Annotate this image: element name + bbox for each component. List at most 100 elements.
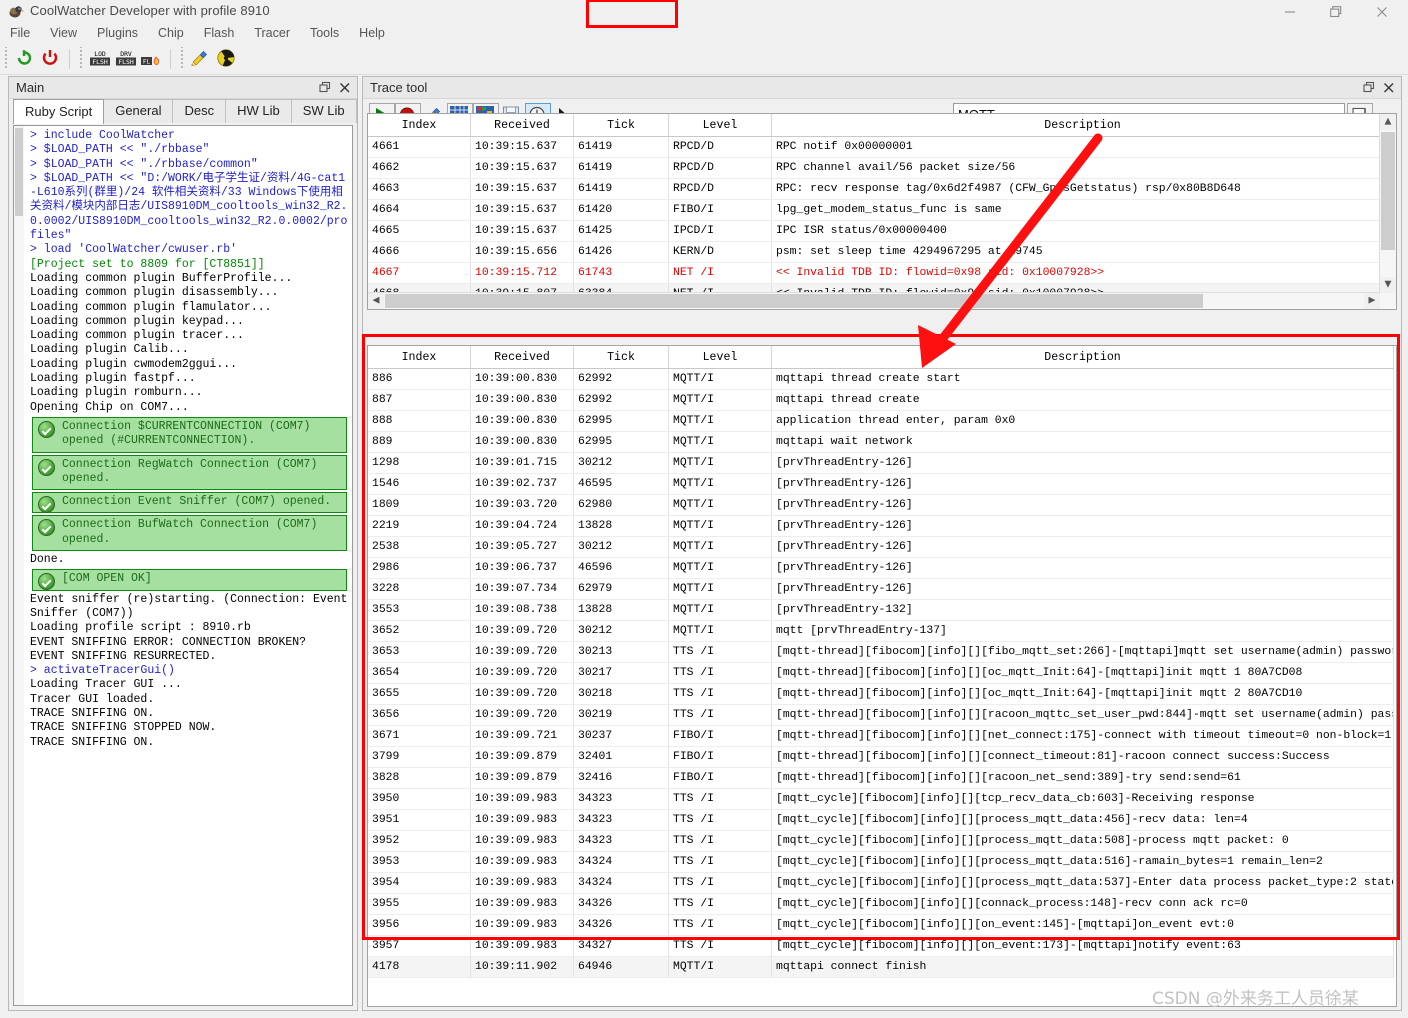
table-row[interactable]: 3553 10:39:08.738 13828 MQTT/I [prvThreadEnt… (368, 599, 1394, 621)
table-row[interactable]: 3957 10:39:09.983 34327 TTS /I [mqtt_cycle][… (368, 935, 1394, 957)
scroll-up-icon[interactable]: ▲ (1380, 114, 1396, 130)
cell-received: 10:39:15.637 (470, 220, 574, 242)
trace-table-filtered[interactable]: Index Received Tick Level Description 88… (367, 345, 1397, 1007)
console-scrollbar-thumb[interactable] (15, 128, 23, 216)
table-row[interactable]: 889 10:39:00.830 62995 MQTT/I mqttapi wait n… (368, 431, 1394, 453)
drv-flash-icon[interactable]: DRV FLSH (114, 47, 138, 71)
console-success-text: Connection RegWatch Connection (COM7) op… (62, 457, 325, 485)
table-row[interactable]: 888 10:39:00.830 62995 MQTT/I application th… (368, 410, 1394, 432)
clean-icon[interactable] (189, 47, 213, 71)
table-row[interactable]: 3828 10:39:09.879 32416 FIBO/I [mqtt-thread]… (368, 767, 1394, 789)
scroll-left-icon[interactable]: ◀ (368, 293, 384, 309)
table-row[interactable]: 1809 10:39:03.720 62980 MQTT/I [prvThreadEnt… (368, 494, 1394, 516)
tab-ruby-script[interactable]: Ruby Script (13, 99, 105, 124)
load-flash-icon[interactable]: LOD FLSH (88, 47, 112, 71)
power-on-icon[interactable] (13, 47, 37, 71)
table-row[interactable]: 2986 10:39:06.737 46596 MQTT/I [prvThreadEnt… (368, 557, 1394, 579)
trace-table-top[interactable]: Index Received Tick Level Description 46… (367, 113, 1397, 310)
table-row[interactable]: 4666 10:39:15.656 61426 KERN/D psm: set slee… (368, 241, 1394, 263)
col-level[interactable]: Level (668, 114, 772, 137)
restore-button[interactable] (1313, 0, 1358, 23)
table-row[interactable]: 3655 10:39:09.720 30218 TTS /I [mqtt-thread]… (368, 683, 1394, 705)
toolbar-grip-2[interactable] (78, 47, 85, 70)
cell-index: 3655 (368, 683, 471, 705)
menu-tracer[interactable]: Tracer (244, 23, 300, 43)
scroll-right-icon[interactable]: ▶ (1364, 293, 1380, 309)
scroll-down-icon[interactable]: ▼ (1380, 277, 1396, 293)
table-row[interactable]: 4661 10:39:15.637 61419 RPCD/D RPC notif 0x0… (368, 136, 1394, 158)
table-row[interactable]: 3952 10:39:09.983 34323 TTS /I [mqtt_cycle][… (368, 830, 1394, 852)
power-off-icon[interactable] (39, 47, 63, 71)
col-index[interactable]: Index (368, 114, 471, 137)
console-vertical-scrollbar[interactable] (14, 126, 24, 1005)
table-row[interactable]: 3656 10:39:09.720 30219 TTS /I [mqtt-thread]… (368, 704, 1394, 726)
col-received-filtered[interactable]: Received (470, 346, 574, 369)
table-row[interactable]: 1298 10:39:01.715 30212 MQTT/I [prvThreadEnt… (368, 452, 1394, 474)
menu-help[interactable]: Help (349, 23, 395, 43)
table-row[interactable]: 3954 10:39:09.983 34324 TTS /I [mqtt_cycle][… (368, 872, 1394, 894)
table-row[interactable]: 887 10:39:00.830 62992 MQTT/I mqttapi thread… (368, 389, 1394, 411)
col-index-filtered[interactable]: Index (368, 346, 471, 369)
table-row[interactable]: 3951 10:39:09.983 34323 TTS /I [mqtt_cycle][… (368, 809, 1394, 831)
float-panel-icon[interactable] (317, 80, 333, 96)
menu-file[interactable]: File (0, 23, 40, 43)
menu-tools[interactable]: Tools (300, 23, 349, 43)
top-vscroll-thumb[interactable] (1381, 132, 1395, 250)
table-row[interactable]: 3652 10:39:09.720 30212 MQTT/I mqtt [prvThre… (368, 620, 1394, 642)
radiation-icon[interactable] (215, 47, 239, 71)
table-row[interactable]: 4664 10:39:15.637 61420 FIBO/I lpg_get_modem… (368, 199, 1394, 221)
cell-description: [prvThreadEntry-126] (771, 557, 1394, 579)
table-row[interactable]: 3228 10:39:07.734 62979 MQTT/I [prvThreadEnt… (368, 578, 1394, 600)
table-row[interactable]: 2219 10:39:04.724 13828 MQTT/I [prvThreadEnt… (368, 515, 1394, 537)
cell-description: mqttapi thread create start (771, 368, 1394, 390)
close-panel-icon[interactable] (337, 80, 353, 96)
top-hscroll-thumb[interactable] (385, 294, 1203, 308)
menu-plugins[interactable]: Plugins (87, 23, 148, 43)
toolbar-grip-3[interactable] (179, 47, 186, 70)
col-tick[interactable]: Tick (573, 114, 669, 137)
menu-chip[interactable]: Chip (148, 23, 194, 43)
float-panel-icon-trace[interactable] (1361, 80, 1377, 96)
close-panel-icon-trace[interactable] (1381, 80, 1397, 96)
top-table-hscrollbar[interactable]: ◀ ▶ (368, 292, 1380, 309)
table-row[interactable]: 3799 10:39:09.879 32401 FIBO/I [mqtt-thread]… (368, 746, 1394, 768)
tab-sw-lib[interactable]: SW Lib (290, 99, 357, 123)
tab-hw-lib[interactable]: HW Lib (225, 99, 292, 123)
table-row[interactable]: 3956 10:39:09.983 34326 TTS /I [mqtt_cycle][… (368, 914, 1394, 936)
console-line: EVENT SNIFFING ERROR: CONNECTION BROKEN? (30, 635, 307, 649)
cell-tick: 34326 (573, 914, 669, 936)
flash-burn-icon[interactable]: FL (140, 47, 164, 71)
close-button[interactable] (1359, 0, 1404, 23)
col-tick-filtered[interactable]: Tick (573, 346, 669, 369)
menu-flash[interactable]: Flash (194, 23, 245, 43)
table-row[interactable]: 4178 10:39:11.902 64946 MQTT/I mqttapi conne… (368, 956, 1394, 978)
col-description-filtered[interactable]: Description (771, 346, 1394, 369)
table-row[interactable]: 886 10:39:00.830 62992 MQTT/I mqttapi thread… (368, 368, 1394, 390)
table-row[interactable]: 3955 10:39:09.983 34326 TTS /I [mqtt_cycle][… (368, 893, 1394, 915)
top-table-vscrollbar[interactable]: ▲ ▼ (1379, 114, 1396, 309)
menu-view[interactable]: View (40, 23, 87, 43)
tab-desc[interactable]: Desc (172, 99, 227, 123)
table-row[interactable]: 3953 10:39:09.983 34324 TTS /I [mqtt_cycle][… (368, 851, 1394, 873)
table-row[interactable]: 3950 10:39:09.983 34323 TTS /I [mqtt_cycle][… (368, 788, 1394, 810)
cell-index: 3954 (368, 872, 471, 894)
cell-tick: 34326 (573, 893, 669, 915)
table-row[interactable]: 1546 10:39:02.737 46595 MQTT/I [prvThreadEnt… (368, 473, 1394, 495)
cell-level: TTS /I (668, 830, 772, 852)
table-row[interactable]: 4663 10:39:15.637 61419 RPCD/D RPC: recv res… (368, 178, 1394, 200)
table-row[interactable]: 4667 10:39:15.712 61743 NET /I << Invalid TD… (368, 262, 1394, 284)
table-row[interactable]: 3653 10:39:09.720 30213 TTS /I [mqtt-thread]… (368, 641, 1394, 663)
cell-level: MQTT/I (668, 536, 772, 558)
minimize-button[interactable] (1267, 0, 1312, 23)
table-row[interactable]: 4662 10:39:15.637 61419 RPCD/D RPC channel a… (368, 157, 1394, 179)
ruby-script-console[interactable]: > include CoolWatcher > $LOAD_PATH << "./… (13, 125, 353, 1006)
tab-general[interactable]: General (103, 99, 174, 123)
col-level-filtered[interactable]: Level (668, 346, 772, 369)
table-row[interactable]: 3654 10:39:09.720 30217 TTS /I [mqtt-thread]… (368, 662, 1394, 684)
table-row[interactable]: 4665 10:39:15.637 61425 IPCD/I IPC ISR statu… (368, 220, 1394, 242)
table-row[interactable]: 3671 10:39:09.721 30237 FIBO/I [mqtt-thread]… (368, 725, 1394, 747)
col-received[interactable]: Received (470, 114, 574, 137)
table-row[interactable]: 2538 10:39:05.727 30212 MQTT/I [prvThreadEnt… (368, 536, 1394, 558)
toolbar-grip[interactable] (3, 47, 10, 70)
col-description[interactable]: Description (771, 114, 1394, 137)
